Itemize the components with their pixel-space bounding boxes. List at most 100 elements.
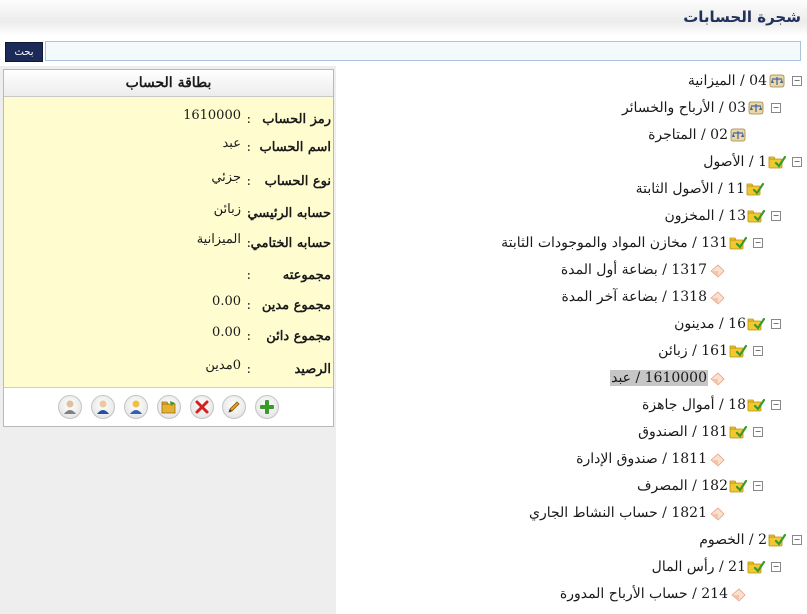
user-yellow-button[interactable] — [124, 395, 148, 419]
search-bar: بحث — [0, 40, 807, 64]
folder-check-icon — [746, 182, 764, 197]
folder-check-icon — [747, 560, 765, 575]
tree-node-abd-selected[interactable]: 1610000 / عبد — [610, 370, 726, 390]
collapse-toggle[interactable]: − — [792, 157, 802, 167]
add-icon — [260, 400, 274, 414]
page-title: شجرة الحسابات — [683, 8, 801, 26]
field-value: الميزانية — [196, 232, 241, 247]
delete-account-button[interactable] — [190, 395, 214, 419]
tree-node-balance-sheet[interactable]: − 04 / الميزانية — [687, 73, 802, 93]
tree-node-label[interactable]: 2 / الخصوم — [698, 532, 768, 548]
field-account-name: اسم الحساب : عبد — [222, 136, 331, 155]
collapse-toggle[interactable]: − — [771, 103, 781, 113]
tree-node-label[interactable]: 161 / زبائن — [657, 343, 729, 359]
field-label: رمز الحساب — [262, 112, 331, 127]
page-header: شجرة الحسابات — [0, 0, 807, 36]
account-toolbar — [4, 387, 333, 426]
tree-node-label[interactable]: 1318 / بضاعة آخر المدة — [560, 289, 708, 305]
field-value: زبائن — [213, 202, 241, 217]
tree-node-debtors[interactable]: − 16 / مدينون — [673, 316, 781, 336]
leaf-icon — [710, 453, 725, 467]
field-account-code: رمز الحساب : 1610000 — [183, 108, 331, 127]
field-debit-total: مجموع مدين : 0.00 — [212, 294, 331, 313]
folder-check-icon — [768, 533, 786, 548]
leaf-icon — [710, 291, 725, 305]
folder-check-icon — [747, 209, 765, 224]
tree-node-label[interactable]: 21 / رأس المال — [651, 559, 747, 575]
tree-node-customers[interactable]: − 161 / زبائن — [657, 343, 763, 363]
folder-check-icon — [768, 155, 786, 170]
tree-node-admin-cashbox[interactable]: 1811 / صندوق الإدارة — [575, 451, 726, 471]
delete-icon — [195, 400, 209, 414]
user-blue-icon — [97, 400, 109, 414]
collapse-toggle[interactable]: − — [753, 481, 763, 491]
field-final-account: حسابه الختامي : الميزانية — [196, 232, 331, 251]
field-value: عبد — [222, 136, 241, 151]
tree-node-retained-earnings[interactable]: 214 / حساب الأرباح المدورة — [559, 586, 747, 606]
tree-node-label[interactable]: 1317 / بضاعة أول المدة — [560, 262, 708, 278]
open-folder-button[interactable] — [157, 395, 181, 419]
field-label: حسابه الرئيسي — [247, 206, 331, 221]
tree-node-ready-funds[interactable]: − 18 / أموال جاهزة — [641, 397, 781, 417]
user-gray-button[interactable] — [58, 395, 82, 419]
tree-node-current-account[interactable]: 1821 / حساب النشاط الجاري — [528, 505, 726, 525]
tree-node-label[interactable]: 1 / الأصول — [702, 154, 768, 170]
user-gray-icon — [64, 400, 76, 414]
tree-node-label[interactable]: 13 / المخزون — [664, 208, 748, 224]
collapse-toggle[interactable]: − — [753, 427, 763, 437]
tree-node-label[interactable]: 18 / أموال جاهزة — [641, 397, 747, 413]
collapse-toggle[interactable]: − — [771, 211, 781, 221]
collapse-toggle[interactable]: − — [792, 535, 802, 545]
tree-node-trading[interactable]: 02 / المتاجرة — [647, 127, 747, 147]
tree-node-closing-stock[interactable]: 1318 / بضاعة آخر المدة — [560, 289, 726, 309]
leaf-icon — [710, 372, 725, 386]
leaf-icon — [731, 588, 746, 602]
collapse-toggle[interactable]: − — [771, 400, 781, 410]
folder-check-icon — [729, 344, 747, 359]
field-parent-account: حسابه الرئيسي : زبائن — [213, 202, 331, 221]
collapse-toggle[interactable]: − — [753, 346, 763, 356]
folder-check-icon — [729, 479, 747, 494]
field-value: 0.00 — [212, 294, 241, 309]
tree-node-label[interactable]: 11 / الأصول الثابتة — [635, 181, 746, 197]
add-account-button[interactable] — [255, 395, 279, 419]
tree-node-label[interactable]: 1821 / حساب النشاط الجاري — [528, 505, 708, 521]
tree-node-label[interactable]: 03 / الأرباح والخسائر — [621, 100, 747, 116]
tree-node-label[interactable]: 02 / المتاجرة — [647, 127, 729, 143]
tree-node-inventory[interactable]: − 13 / المخزون — [664, 208, 781, 228]
field-label: نوع الحساب — [264, 174, 331, 189]
field-label: مجموع دائن — [266, 329, 331, 344]
tree-node-label[interactable]: 16 / مدينون — [673, 316, 747, 332]
tree-node-bank[interactable]: − 182 / المصرف — [636, 478, 763, 498]
tree-node-label[interactable]: 181 / الصندوق — [637, 424, 729, 440]
tree-node-label[interactable]: 1811 / صندوق الإدارة — [575, 451, 708, 467]
tree-node-label[interactable]: 131 / مخازن المواد والموجودات الثابتة — [500, 235, 729, 251]
tree-node-fixed-assets[interactable]: 11 / الأصول الثابتة — [635, 181, 764, 201]
collapse-toggle[interactable]: − — [792, 76, 802, 86]
tree-node-cashbox[interactable]: − 181 / الصندوق — [637, 424, 763, 444]
collapse-toggle[interactable]: − — [771, 319, 781, 329]
tree-node-label[interactable]: 1610000 / عبد — [610, 370, 708, 386]
tree-node-label[interactable]: 214 / حساب الأرباح المدورة — [559, 586, 729, 602]
field-group: مجموعته : — [246, 268, 331, 283]
user-blue-button[interactable] — [91, 395, 115, 419]
collapse-toggle[interactable]: − — [771, 562, 781, 572]
tree-node-label[interactable]: 182 / المصرف — [636, 478, 729, 494]
field-value: جزئي — [211, 170, 241, 185]
folder-check-icon — [729, 425, 747, 440]
edit-account-button[interactable] — [222, 395, 246, 419]
tree-node-label[interactable]: 04 / الميزانية — [687, 73, 768, 89]
tree-node-profit-loss[interactable]: − 03 / الأرباح والخسائر — [621, 100, 781, 120]
tree-node-opening-stock[interactable]: 1317 / بضاعة أول المدة — [560, 262, 726, 282]
tree-node-stores[interactable]: − 131 / مخازن المواد والموجودات الثابتة — [500, 235, 763, 255]
open-folder-icon — [161, 401, 176, 414]
collapse-toggle[interactable]: − — [753, 238, 763, 248]
tree-node-capital[interactable]: − 21 / رأس المال — [651, 559, 781, 579]
search-button[interactable]: بحث — [5, 42, 43, 62]
field-label: حسابه الختامي — [250, 236, 331, 251]
tree-node-assets[interactable]: − 1 / الأصول — [702, 154, 802, 174]
leaf-icon — [710, 507, 725, 521]
search-input[interactable] — [45, 41, 801, 61]
folder-check-icon — [747, 398, 765, 413]
tree-node-liabilities[interactable]: − 2 / الخصوم — [698, 532, 802, 552]
